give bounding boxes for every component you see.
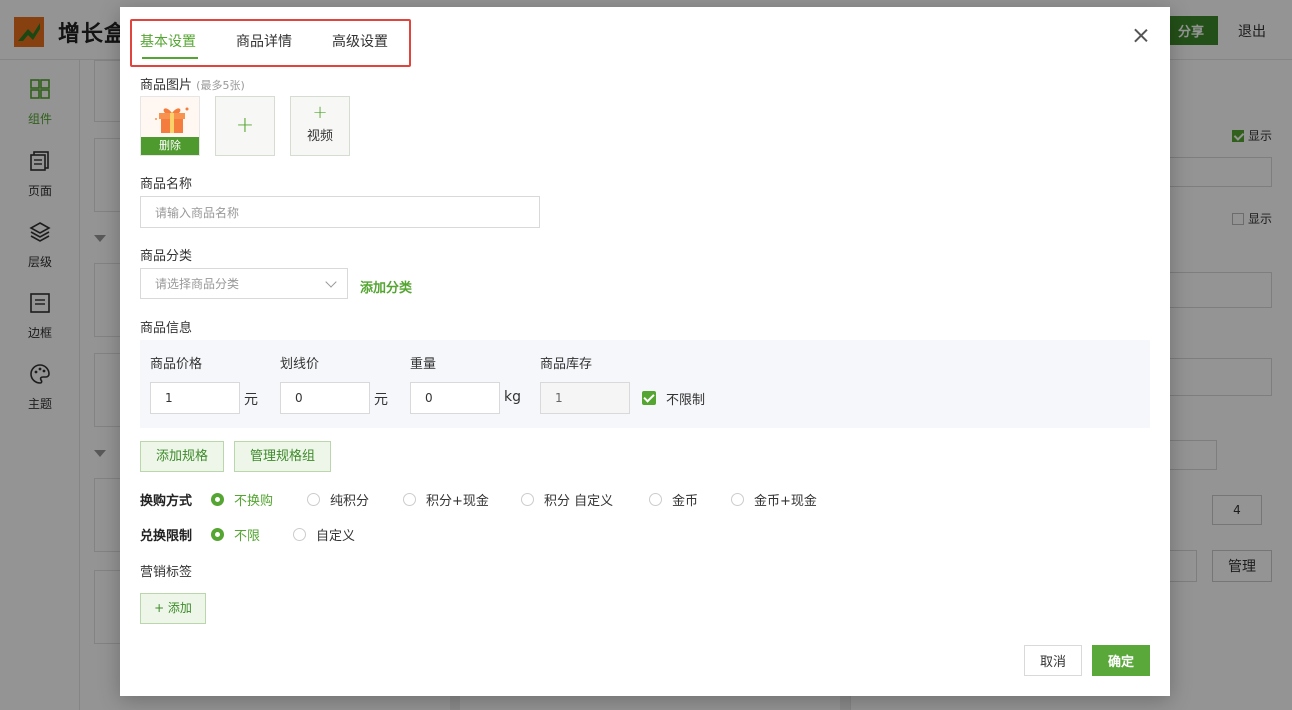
radio-dot — [211, 528, 224, 541]
close-icon[interactable] — [1132, 27, 1150, 45]
radio-label: 金币 — [672, 494, 699, 509]
plus-icon: + — [312, 102, 328, 123]
radio-label: 金币+现金 — [754, 494, 817, 509]
stock-label: 商品库存 — [540, 357, 593, 372]
price-input[interactable]: 1 — [150, 382, 240, 414]
delete-image-button[interactable]: 删除 — [141, 137, 199, 155]
exchange-limit-label: 兑换限制 — [140, 529, 193, 544]
category-label: 商品分类 — [140, 249, 193, 264]
category-placeholder: 请选择商品分类 — [155, 277, 240, 291]
radio-label: 积分+现金 — [426, 494, 489, 509]
radio-points-only[interactable]: 纯积分 — [307, 490, 369, 509]
radio-label: 不换购 — [234, 494, 274, 509]
plus-icon: + — [235, 113, 255, 138]
radio-unlimited[interactable]: 不限 — [211, 525, 260, 544]
category-select[interactable]: 请选择商品分类 — [140, 268, 348, 299]
tab-product-details[interactable]: 商品详情 — [236, 31, 292, 51]
exchange-mode-label: 换购方式 — [140, 494, 193, 509]
radio-label: 积分 自定义 — [544, 494, 614, 509]
price-label: 商品价格 — [150, 357, 203, 372]
marketing-label: 营销标签 — [140, 565, 193, 580]
radio-dot — [731, 493, 744, 506]
gift-icon — [155, 107, 189, 133]
radio-no-exchange[interactable]: 不换购 — [211, 490, 273, 509]
video-label: 视频 — [306, 129, 333, 144]
radio-dot — [521, 493, 534, 506]
images-label: 商品图片 (最多5张) — [140, 74, 245, 93]
add-image-button[interactable]: + — [215, 96, 275, 156]
radio-dot — [293, 528, 306, 541]
radio-dot — [307, 493, 320, 506]
unlimited-checkbox[interactable] — [642, 391, 656, 405]
manage-spec-group-button[interactable]: 管理规格组 — [234, 441, 331, 472]
active-tab-indicator — [142, 57, 198, 59]
add-spec-button[interactable]: 添加规格 — [140, 441, 224, 472]
strike-price-label: 划线价 — [280, 357, 320, 372]
product-edit-modal: 基本设置 商品详情 高级设置 商品图片 (最多5张) 删除 + + 视频 商品名… — [120, 7, 1170, 696]
name-label: 商品名称 — [140, 177, 193, 192]
price-unit: 元 — [244, 392, 258, 408]
images-label-text: 商品图片 — [140, 78, 193, 93]
stock-input[interactable]: 1 — [540, 382, 630, 414]
radio-dot — [649, 493, 662, 506]
weight-input[interactable]: 0 — [410, 382, 500, 414]
radio-dot — [403, 493, 416, 506]
strike-price-input[interactable]: 0 — [280, 382, 370, 414]
radio-dot — [211, 493, 224, 506]
radio-label: 自定义 — [316, 529, 356, 544]
add-video-button[interactable]: + 视频 — [290, 96, 350, 156]
radio-label: 纯积分 — [330, 494, 370, 509]
strike-price-unit: 元 — [374, 392, 388, 408]
confirm-button[interactable]: 确定 — [1092, 645, 1150, 676]
weight-label: 重量 — [410, 357, 437, 372]
radio-custom-limit[interactable]: 自定义 — [293, 525, 355, 544]
add-tag-button[interactable]: + 添加 — [140, 593, 206, 624]
unlimited-label: 不限制 — [666, 393, 706, 408]
cancel-button[interactable]: 取消 — [1024, 645, 1082, 676]
weight-unit: kg — [504, 389, 521, 405]
chevron-down-icon — [325, 276, 337, 288]
radio-coins-cash[interactable]: 金币+现金 — [731, 490, 817, 509]
product-image-thumb[interactable]: 删除 — [140, 96, 200, 156]
tab-bar: 基本设置 商品详情 高级设置 — [130, 19, 411, 67]
add-category-link[interactable]: 添加分类 — [360, 277, 412, 296]
radio-points-custom[interactable]: 积分 自定义 — [521, 490, 613, 509]
radio-points-cash[interactable]: 积分+现金 — [403, 490, 489, 509]
radio-coins[interactable]: 金币 — [649, 490, 698, 509]
radio-label: 不限 — [234, 529, 261, 544]
info-label: 商品信息 — [140, 321, 193, 336]
images-hint: (最多5张) — [196, 79, 245, 92]
tab-basic-settings[interactable]: 基本设置 — [140, 31, 196, 51]
tab-advanced-settings[interactable]: 高级设置 — [332, 31, 388, 51]
product-name-input[interactable]: 请输入商品名称 — [140, 196, 540, 228]
